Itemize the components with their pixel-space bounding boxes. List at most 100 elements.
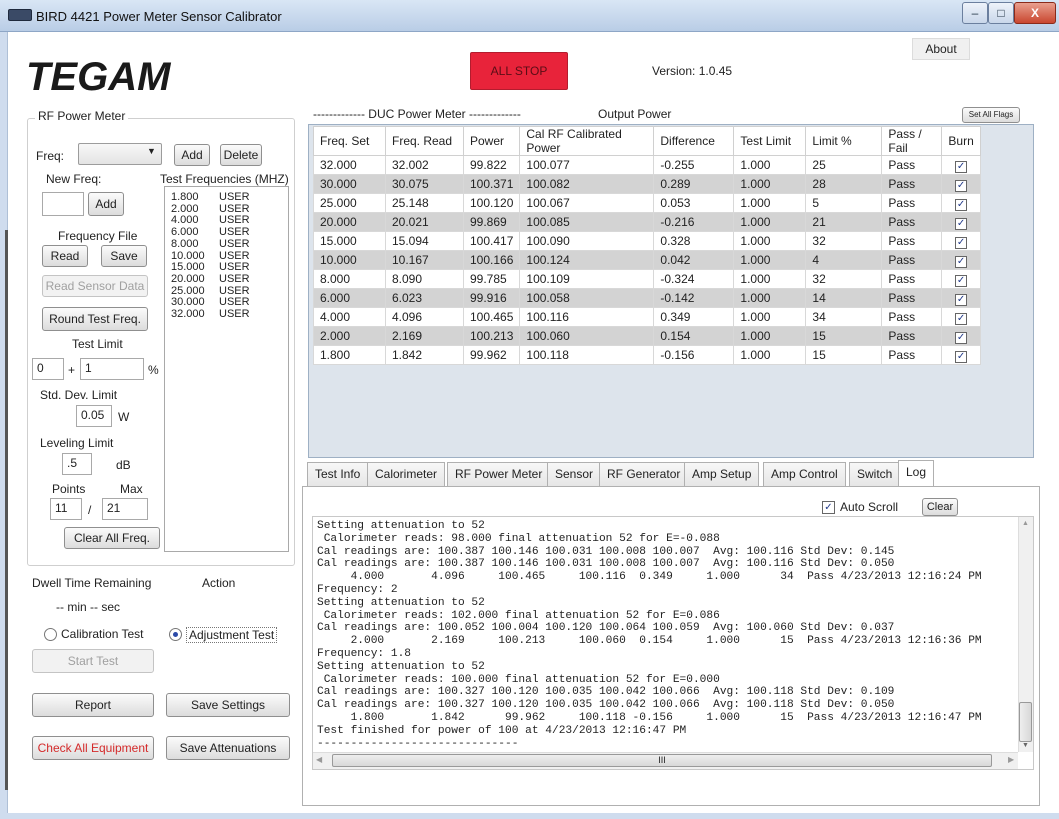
tab-log[interactable]: Log	[898, 460, 935, 486]
tab-test-info[interactable]: Test Info	[307, 462, 369, 486]
list-item[interactable]: 15.000 USER	[171, 261, 250, 273]
column-header[interactable]: Burn	[941, 126, 981, 156]
tab-switch[interactable]: Switch	[849, 462, 901, 486]
list-item[interactable]: 30.000 USER	[171, 296, 250, 308]
column-header[interactable]: Freq. Set	[313, 126, 386, 156]
max-points-input[interactable]: 21	[102, 498, 148, 520]
column-header[interactable]: Limit %	[805, 126, 883, 156]
read-file-button[interactable]: Read	[42, 245, 88, 267]
read-sensor-data-button[interactable]: Read Sensor Data	[42, 275, 148, 297]
tab-calorimeter[interactable]: Calorimeter	[367, 462, 446, 486]
save-file-button[interactable]: Save	[101, 245, 147, 267]
burn-cell[interactable]: ✓	[941, 269, 981, 289]
scroll-up-icon[interactable]: ▲	[1022, 520, 1029, 527]
list-item[interactable]: 6.000 USER	[171, 226, 250, 238]
table-row[interactable]: 4.000 4.096 100.465 100.116 0.349 1.000 34 Pass…	[313, 307, 981, 327]
table-row[interactable]: 2.000 2.169 100.213 100.060 0.154 1.000 15 Pass…	[313, 326, 981, 346]
log-vertical-scroll-thumb[interactable]	[1019, 702, 1032, 742]
clear-log-button[interactable]: Clear	[922, 498, 958, 516]
column-header[interactable]: Test Limit	[733, 126, 807, 156]
scroll-down-icon[interactable]: ▼	[1022, 742, 1029, 749]
tab-amp-control[interactable]: Amp Control	[763, 462, 846, 486]
tab-sensor[interactable]: Sensor	[547, 462, 602, 486]
burn-cell[interactable]: ✓	[941, 174, 981, 194]
test-frequencies-list[interactable]: 1.800 USER 2.000 USER 4.000 USER 6.000 USER 8.00…	[164, 186, 289, 552]
leveling-limit-input[interactable]: .5	[62, 453, 92, 475]
test-limit-low-input[interactable]: 0	[32, 358, 64, 380]
report-button[interactable]: Report	[32, 693, 154, 717]
burn-cell[interactable]: ✓	[941, 193, 981, 213]
burn-cell[interactable]: ✓	[941, 231, 981, 251]
table-row[interactable]: 30.000 30.075 100.371 100.082 0.289 1.000 28 Pa…	[313, 174, 981, 194]
list-item[interactable]: 32.000 USER	[171, 308, 250, 320]
burn-checkbox[interactable]: ✓	[955, 331, 968, 344]
delete-freq-button[interactable]: Delete	[220, 144, 262, 166]
column-header[interactable]: Pass / Fail	[881, 126, 943, 156]
burn-checkbox[interactable]: ✓	[955, 312, 968, 325]
table-row[interactable]: 15.000 15.094 100.417 100.090 0.328 1.000 32 Pa…	[313, 231, 981, 251]
auto-scroll-checkbox[interactable]: ✓	[822, 501, 835, 514]
burn-cell[interactable]: ✓	[941, 326, 981, 346]
save-attenuations-button[interactable]: Save Attenuations	[166, 736, 290, 760]
close-button[interactable]: X	[1014, 2, 1056, 24]
adjustment-test-radio[interactable]	[169, 628, 182, 641]
burn-cell[interactable]: ✓	[941, 250, 981, 270]
all-stop-button[interactable]: ALL STOP	[470, 52, 568, 90]
table-row[interactable]: 25.000 25.148 100.120 100.067 0.053 1.000 5 Pas…	[313, 193, 981, 213]
log-horizontal-scroll-thumb[interactable]: III	[332, 754, 992, 767]
tab-amp-setup[interactable]: Amp Setup	[684, 462, 760, 486]
burn-cell[interactable]: ✓	[941, 345, 981, 365]
calibration-test-radio[interactable]	[44, 628, 57, 641]
log-output[interactable]: Setting attenuation to 52 Calorimeter re…	[312, 516, 1034, 770]
burn-cell[interactable]: ✓	[941, 212, 981, 232]
tab-rf-power-meter[interactable]: RF Power Meter	[447, 462, 551, 486]
scroll-left-icon[interactable]: ◀	[316, 755, 322, 764]
table-row[interactable]: 32.000 32.002 99.822 100.077 -0.255 1.000 25 Pa…	[313, 155, 981, 175]
save-settings-button[interactable]: Save Settings	[166, 693, 290, 717]
tab-rf-generator[interactable]: RF Generator	[599, 462, 689, 486]
list-item[interactable]: 4.000 USER	[171, 214, 250, 226]
list-item[interactable]: 1.800 USER	[171, 191, 250, 203]
table-row[interactable]: 10.000 10.167 100.166 100.124 0.042 1.000 4 Pas…	[313, 250, 981, 270]
scroll-right-icon[interactable]: ▶	[1008, 755, 1014, 764]
burn-checkbox[interactable]: ✓	[955, 236, 968, 249]
table-row[interactable]: 8.000 8.090 99.785 100.109 -0.324 1.000 32 Pass…	[313, 269, 981, 289]
start-test-button[interactable]: Start Test	[32, 649, 154, 673]
burn-checkbox[interactable]: ✓	[955, 350, 968, 363]
burn-checkbox[interactable]: ✓	[955, 160, 968, 173]
new-freq-input[interactable]	[42, 192, 84, 216]
maximize-button[interactable]: □	[988, 2, 1014, 24]
table-row[interactable]: 1.800 1.842 99.962 100.118 -0.156 1.000 15 Pass…	[313, 345, 981, 365]
column-header[interactable]: Difference	[653, 126, 735, 156]
round-test-freq-button[interactable]: Round Test Freq.	[42, 307, 148, 331]
burn-cell[interactable]: ✓	[941, 155, 981, 175]
std-dev-input[interactable]: 0.05	[76, 405, 112, 427]
minimize-button[interactable]: –	[962, 2, 988, 24]
burn-checkbox[interactable]: ✓	[955, 198, 968, 211]
burn-cell[interactable]: ✓	[941, 288, 981, 308]
test-limit-high-input[interactable]: 1	[80, 358, 144, 380]
list-item[interactable]: 25.000 USER	[171, 285, 250, 297]
burn-checkbox[interactable]: ✓	[955, 217, 968, 230]
add-freq-button[interactable]: Add	[174, 144, 210, 166]
chevron-down-icon[interactable]: ▼	[147, 146, 156, 156]
clear-all-freq-button[interactable]: Clear All Freq.	[64, 527, 160, 549]
burn-checkbox[interactable]: ✓	[955, 274, 968, 287]
burn-checkbox[interactable]: ✓	[955, 293, 968, 306]
list-item[interactable]: 8.000 USER	[171, 238, 250, 250]
list-item[interactable]: 10.000 USER	[171, 250, 250, 262]
table-row[interactable]: 6.000 6.023 99.916 100.058 -0.142 1.000 14 Pass…	[313, 288, 981, 308]
burn-cell[interactable]: ✓	[941, 307, 981, 327]
list-item[interactable]: 20.000 USER	[171, 273, 250, 285]
about-button[interactable]: About	[912, 38, 970, 60]
new-freq-add-button[interactable]: Add	[88, 192, 124, 216]
column-header[interactable]: Cal RF Calibrated Power	[519, 126, 655, 156]
column-header[interactable]: Power	[462, 126, 521, 156]
check-all-equipment-button[interactable]: Check All Equipment	[32, 736, 154, 760]
table-row[interactable]: 20.000 20.021 99.869 100.085 -0.216 1.000 21 Pa…	[313, 212, 981, 232]
list-item[interactable]: 2.000 USER	[171, 203, 250, 215]
burn-checkbox[interactable]: ✓	[955, 179, 968, 192]
points-input[interactable]: 11	[50, 498, 82, 520]
set-all-flags-button[interactable]: Set All Flags	[962, 107, 1020, 123]
burn-checkbox[interactable]: ✓	[955, 255, 968, 268]
